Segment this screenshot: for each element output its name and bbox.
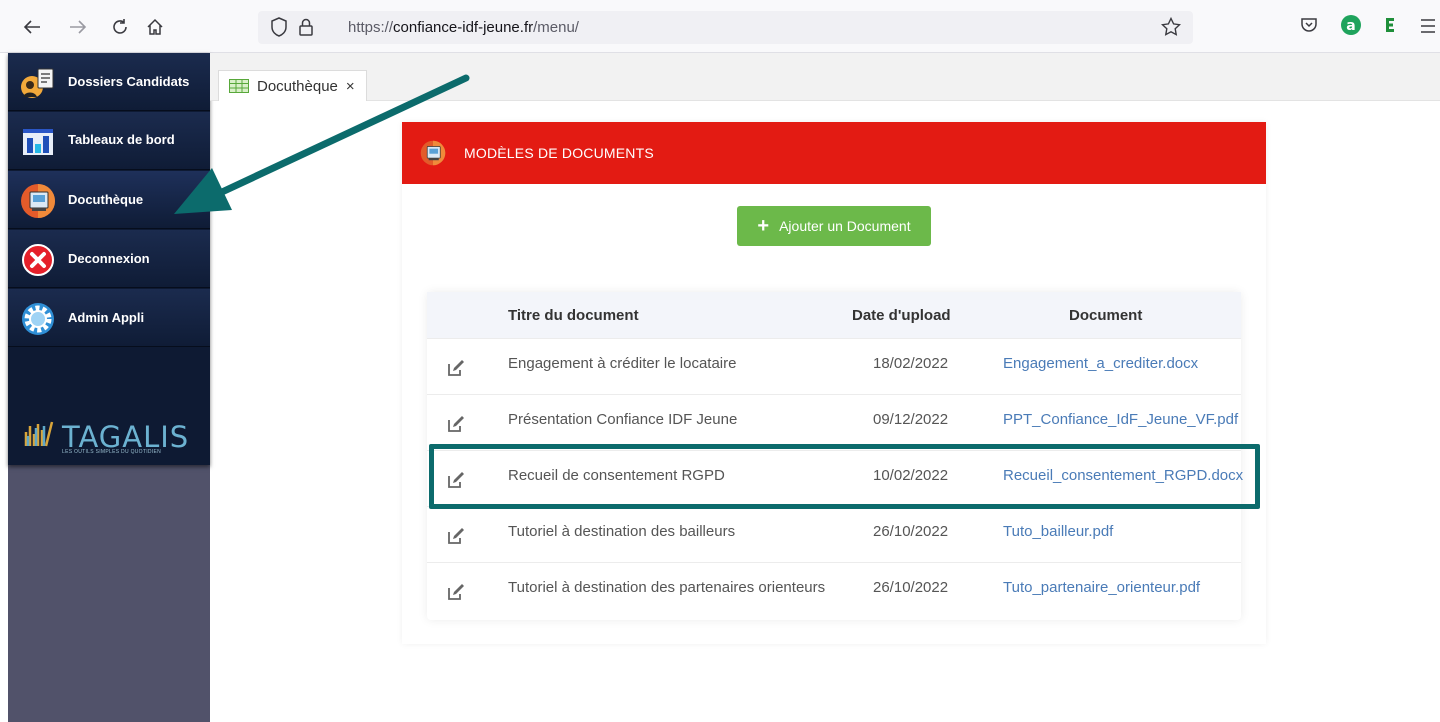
document-library-icon xyxy=(18,181,58,221)
document-title: Présentation Confiance IDF Jeune xyxy=(508,411,738,428)
panel-title: MODÈLES DE DOCUMENTS xyxy=(464,145,654,161)
tab-docutheque[interactable]: Docuthèque × xyxy=(218,70,367,101)
add-document-button[interactable]: + Ajouter un Document xyxy=(737,206,931,246)
document-title: Engagement à créditer le locataire xyxy=(508,355,737,372)
sidebar-item-label: Tableaux de bord xyxy=(68,132,175,147)
upload-date: 10/02/2022 xyxy=(873,467,949,484)
plus-icon: + xyxy=(757,215,770,237)
sidebar-item-admin-appli[interactable]: Admin Appli xyxy=(8,289,210,347)
edit-icon[interactable] xyxy=(447,415,465,438)
logout-x-icon xyxy=(18,240,58,280)
url-domain: confiance-idf-jeune.fr xyxy=(393,19,534,36)
documents-table: Titre du document Date d'upload Document… xyxy=(427,292,1243,620)
upload-date: 26/10/2022 xyxy=(873,579,949,596)
hamburger-menu-icon[interactable] xyxy=(1420,19,1436,38)
home-icon[interactable] xyxy=(142,14,168,40)
sidebar-item-label: Docuthèque xyxy=(68,192,144,207)
url-text: https://confiance-idf-jeune.fr/menu/ xyxy=(348,19,579,36)
panel-header: MODÈLES DE DOCUMENTS xyxy=(402,122,1266,184)
document-title: Tutoriel à destination des partenaires o… xyxy=(508,579,826,596)
sidebar-item-dossiers-candidats[interactable]: Dossiers Candidats xyxy=(8,53,210,111)
address-bar[interactable]: https://confiance-idf-jeune.fr/menu/ xyxy=(258,11,1193,44)
url-path: /menu/ xyxy=(533,19,579,36)
edit-icon[interactable] xyxy=(447,471,465,494)
table-row: Engagement à créditer le locataire 18/02… xyxy=(427,338,1241,394)
upload-date: 09/12/2022 xyxy=(873,411,949,428)
shield-icon[interactable] xyxy=(270,17,288,42)
spreadsheet-icon xyxy=(229,79,249,93)
upload-date: 18/02/2022 xyxy=(873,355,949,372)
sidebar-item-docutheque[interactable]: Docuthèque xyxy=(8,171,210,229)
extension-e-icon[interactable] xyxy=(1384,17,1396,38)
column-header-title: Titre du document xyxy=(508,307,639,324)
add-document-label: Ajouter un Document xyxy=(779,218,911,234)
tagalis-logo: TAGALIS LES OUTILS SIMPLES DU QUOTIDIEN xyxy=(22,420,188,455)
tab-strip: Docuthèque × xyxy=(210,53,1440,101)
table-row: Tutoriel à destination des partenaires o… xyxy=(427,562,1241,618)
reload-icon[interactable] xyxy=(107,14,133,40)
document-link[interactable]: Engagement_a_crediter.docx xyxy=(1003,355,1198,372)
column-header-document: Document xyxy=(1069,307,1143,324)
pocket-icon[interactable] xyxy=(1300,16,1318,39)
edit-icon[interactable] xyxy=(447,527,465,550)
tab-label: Docuthèque xyxy=(257,77,338,95)
bookmark-star-icon[interactable] xyxy=(1160,16,1182,42)
sidebar-item-tableaux-de-bord[interactable]: Tableaux de bord xyxy=(8,112,210,170)
forward-icon[interactable] xyxy=(65,14,91,40)
document-link[interactable]: Recueil_consentement_RGPD.docx xyxy=(1003,467,1243,484)
table-row: Recueil de consentement RGPD 10/02/2022 … xyxy=(427,450,1243,506)
document-title: Recueil de consentement RGPD xyxy=(508,467,725,484)
document-link[interactable]: Tuto_bailleur.pdf xyxy=(1003,523,1113,540)
document-title: Tutoriel à destination des bailleurs xyxy=(508,523,736,540)
tagalis-tagline: LES OUTILS SIMPLES DU QUOTIDIEN xyxy=(62,449,162,455)
edit-icon[interactable] xyxy=(447,583,465,606)
dashboard-chart-icon xyxy=(18,122,58,162)
candidate-folder-icon xyxy=(18,63,58,103)
document-templates-panel: MODÈLES DE DOCUMENTS + Ajouter un Docume… xyxy=(402,122,1266,644)
sidebar-item-label: Deconnexion xyxy=(68,251,150,266)
table-row: Tutoriel à destination des bailleurs 26/… xyxy=(427,506,1241,562)
tagalis-bars-icon xyxy=(24,421,54,447)
sidebar-item-label: Dossiers Candidats xyxy=(68,74,190,89)
column-header-date: Date d'upload xyxy=(852,307,951,324)
lock-icon[interactable] xyxy=(298,17,314,42)
sidebar-item-label: Admin Appli xyxy=(68,310,145,325)
document-library-icon xyxy=(420,140,446,166)
browser-toolbar: https://confiance-idf-jeune.fr/menu/ a xyxy=(0,0,1440,53)
gear-icon xyxy=(18,299,58,339)
back-icon[interactable] xyxy=(19,14,45,40)
table-row: Présentation Confiance IDF Jeune 09/12/2… xyxy=(427,394,1241,450)
table-header: Titre du document Date d'upload Document xyxy=(427,292,1241,338)
sidebar-item-deconnexion[interactable]: Deconnexion xyxy=(8,230,210,288)
sidebar-menu: Dossiers Candidats Tableaux de bord Docu… xyxy=(8,53,210,465)
document-link[interactable]: Tuto_partenaire_orienteur.pdf xyxy=(1003,579,1200,596)
document-link[interactable]: PPT_Confiance_IdF_Jeune_VF.pdf xyxy=(1003,411,1238,428)
edit-icon[interactable] xyxy=(447,359,465,382)
tab-close-icon[interactable]: × xyxy=(346,78,355,95)
upload-date: 26/10/2022 xyxy=(873,523,949,540)
url-scheme: https:// xyxy=(348,19,394,36)
extension-a-icon[interactable]: a xyxy=(1340,14,1362,41)
svg-text:a: a xyxy=(1346,18,1355,34)
